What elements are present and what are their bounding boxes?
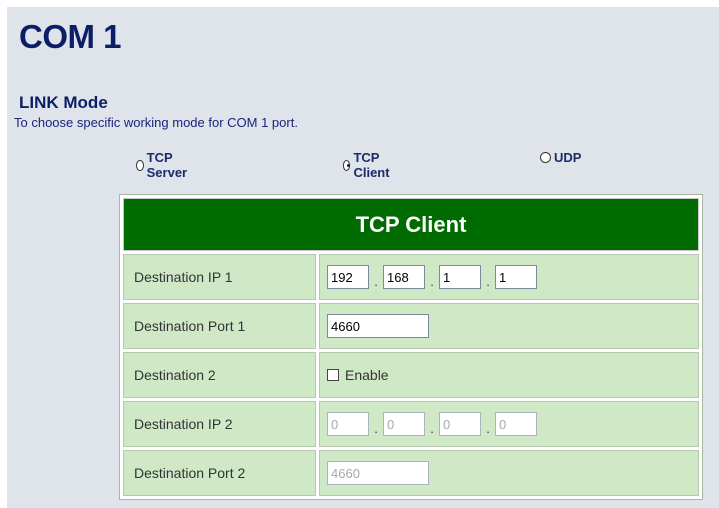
- tcp-client-config-table: TCP Client Destination IP 1 192 . 168 . …: [119, 194, 703, 500]
- destination-2-enable-label: Enable: [345, 367, 389, 383]
- destination-ip-2-octet-2[interactable]: 0: [383, 412, 425, 436]
- destination-port-2-label: Destination Port 2: [123, 450, 316, 496]
- ip-separator-dot: .: [430, 420, 434, 436]
- ip-separator-dot: .: [486, 420, 490, 436]
- destination-port-1-value: 4660: [319, 303, 699, 349]
- radio-udp[interactable]: UDP: [540, 150, 581, 165]
- radio-tcp-client[interactable]: TCP Client: [343, 150, 393, 180]
- row-destination-ip-1: Destination IP 1 192 . 168 . 1 . 1: [123, 254, 699, 300]
- destination-ip-1-octet-4[interactable]: 1: [495, 265, 537, 289]
- destination-ip-2-octet-4[interactable]: 0: [495, 412, 537, 436]
- destination-2-label: Destination 2: [123, 352, 316, 398]
- destination-2-value: Enable: [319, 352, 699, 398]
- radio-tcp-server-circle[interactable]: [136, 159, 144, 171]
- link-mode-title: LINK Mode: [19, 93, 108, 112]
- radio-tcp-client-label: TCP Client: [353, 150, 390, 180]
- destination-ip-2-octet-1[interactable]: 0: [327, 412, 369, 436]
- radio-tcp-server[interactable]: TCP Server: [136, 150, 190, 180]
- destination-ip-1-value: 192 . 168 . 1 . 1: [319, 254, 699, 300]
- radio-udp-label: UDP: [554, 150, 582, 165]
- row-destination-2: Destination 2 Enable: [123, 352, 699, 398]
- row-destination-port-2: Destination Port 2 4660: [123, 450, 699, 496]
- link-mode-description: To choose specific working mode for COM …: [14, 115, 298, 130]
- config-table-header: TCP Client: [123, 198, 699, 251]
- destination-ip-1-octet-2[interactable]: 168: [383, 265, 425, 289]
- radio-tcp-server-label: TCP Server: [146, 150, 188, 180]
- ip-separator-dot: .: [486, 273, 490, 289]
- ip-separator-dot: .: [374, 273, 378, 289]
- destination-ip-2-label: Destination IP 2: [123, 401, 316, 447]
- row-destination-ip-2: Destination IP 2 0 . 0 . 0 . 0: [123, 401, 699, 447]
- row-destination-port-1: Destination Port 1 4660: [123, 303, 699, 349]
- radio-udp-circle[interactable]: [540, 152, 551, 163]
- page-title: COM 1: [19, 18, 122, 55]
- destination-ip-1-octet-3[interactable]: 1: [439, 265, 481, 289]
- destination-ip-2-value: 0 . 0 . 0 . 0: [319, 401, 699, 447]
- destination-2-enable-checkbox[interactable]: [327, 369, 339, 381]
- radio-tcp-client-circle[interactable]: [343, 159, 351, 171]
- destination-ip-1-label: Destination IP 1: [123, 254, 316, 300]
- destination-ip-1-octet-1[interactable]: 192: [327, 265, 369, 289]
- ip-separator-dot: .: [374, 420, 378, 436]
- destination-port-2-value: 4660: [319, 450, 699, 496]
- destination-port-1-label: Destination Port 1: [123, 303, 316, 349]
- destination-port-1-input[interactable]: 4660: [327, 314, 429, 338]
- ip-separator-dot: .: [430, 273, 434, 289]
- destination-port-2-input[interactable]: 4660: [327, 461, 429, 485]
- destination-ip-2-octet-3[interactable]: 0: [439, 412, 481, 436]
